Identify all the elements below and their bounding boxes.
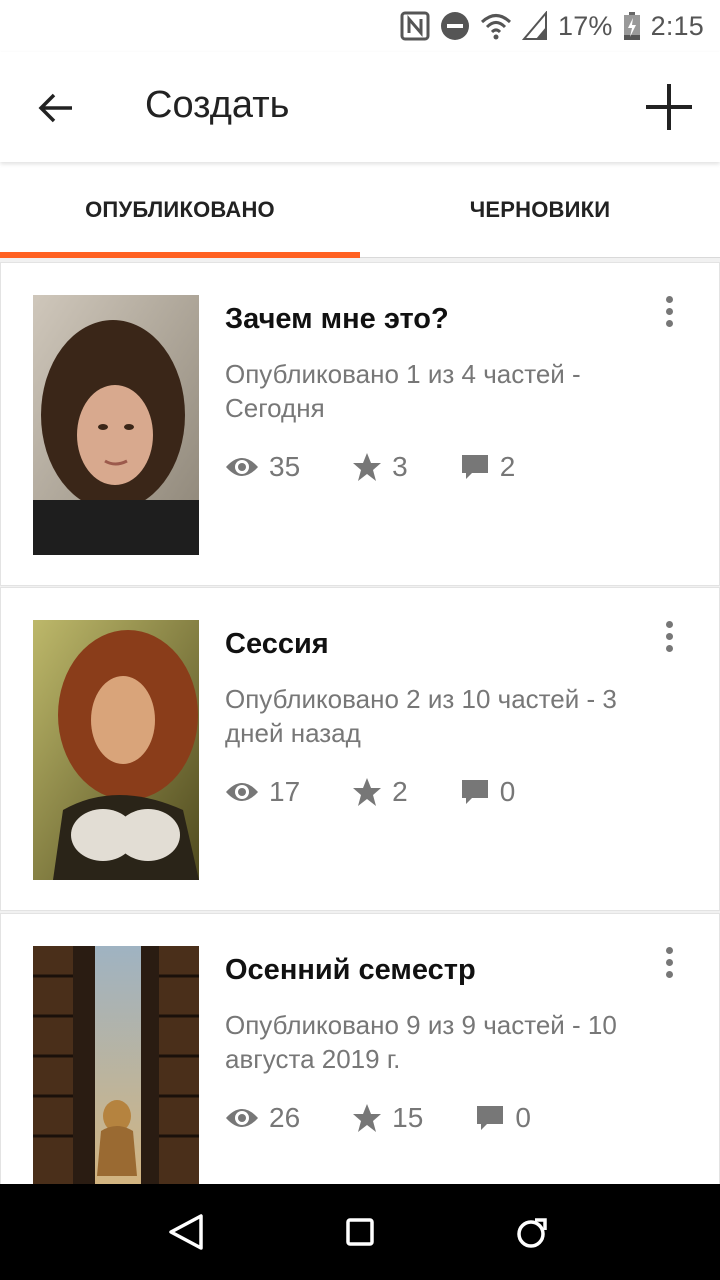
story-stats: 35 3 2 bbox=[225, 447, 567, 487]
page-title: Создать bbox=[145, 84, 290, 126]
views-stat: 26 bbox=[225, 1102, 300, 1134]
comments-stat: 2 bbox=[460, 451, 516, 483]
story-stats: 17 2 0 bbox=[225, 772, 567, 812]
app-bar: Создать bbox=[0, 52, 720, 162]
arrow-back-icon bbox=[38, 93, 72, 123]
story-title[interactable]: Осенний семестр bbox=[225, 954, 476, 987]
active-tab-indicator bbox=[0, 252, 360, 258]
votes-count: 3 bbox=[392, 451, 408, 482]
back-button[interactable] bbox=[30, 82, 82, 134]
votes-stat: 15 bbox=[352, 1102, 423, 1134]
star-icon bbox=[352, 1103, 382, 1133]
votes-count: 2 bbox=[392, 776, 408, 807]
clock: 2:15 bbox=[650, 10, 704, 41]
comment-icon bbox=[475, 1104, 505, 1132]
story-list: Зачем мне это? Опубликовано 1 из 4 часте… bbox=[0, 258, 720, 1184]
dnd-icon bbox=[440, 11, 470, 41]
more-options-button[interactable] bbox=[649, 942, 689, 982]
story-stats: 26 15 0 bbox=[225, 1098, 583, 1138]
plus-icon bbox=[646, 84, 692, 130]
comments-count: 0 bbox=[515, 1102, 531, 1133]
votes-stat: 2 bbox=[352, 776, 408, 808]
story-title[interactable]: Сессия bbox=[225, 628, 329, 661]
story-title[interactable]: Зачем мне это? bbox=[225, 303, 449, 336]
story-cover-image[interactable] bbox=[33, 295, 199, 555]
tab-label: ОПУБЛИКОВАНО bbox=[85, 197, 275, 222]
votes-count: 15 bbox=[392, 1102, 424, 1133]
wifi-icon bbox=[480, 11, 512, 41]
nav-back-icon bbox=[168, 1214, 203, 1250]
tab-bar: ОПУБЛИКОВАНО ЧЕРНОВИКИ bbox=[0, 162, 720, 258]
add-button[interactable] bbox=[640, 78, 698, 136]
story-meta: Опубликовано 2 из 10 частей - 3 дней наз… bbox=[225, 684, 617, 748]
nav-recents-icon bbox=[517, 1218, 548, 1248]
story-card[interactable]: Осенний семестр Опубликовано 9 из 9 част… bbox=[0, 913, 720, 1184]
tab-label: ЧЕРНОВИКИ bbox=[469, 197, 611, 222]
star-icon bbox=[352, 452, 382, 482]
story-meta: Опубликовано 1 из 4 частей - Сегодня bbox=[225, 359, 581, 423]
views-stat: 35 bbox=[225, 451, 300, 483]
more-options-button[interactable] bbox=[649, 616, 689, 656]
views-count: 17 bbox=[269, 776, 301, 807]
story-cover-image[interactable] bbox=[33, 946, 199, 1184]
votes-stat: 3 bbox=[352, 451, 408, 483]
battery-percent: 17% bbox=[558, 10, 613, 41]
nav-back-button[interactable] bbox=[157, 1202, 217, 1262]
eye-icon bbox=[225, 780, 259, 804]
battery-icon bbox=[623, 11, 641, 41]
star-icon bbox=[352, 777, 382, 807]
system-nav-bar bbox=[0, 1184, 720, 1280]
comments-count: 0 bbox=[499, 776, 516, 807]
views-count: 26 bbox=[269, 1102, 301, 1133]
eye-icon bbox=[225, 455, 259, 479]
more-vert-icon bbox=[665, 620, 673, 628]
status-bar: 17% 2:15 bbox=[0, 0, 720, 52]
comments-stat: 0 bbox=[460, 776, 516, 808]
story-card[interactable]: Сессия Опубликовано 2 из 10 частей - 3 д… bbox=[0, 587, 720, 911]
comments-stat: 0 bbox=[475, 1102, 531, 1134]
story-cover-image[interactable] bbox=[33, 620, 199, 880]
comments-count: 2 bbox=[499, 451, 516, 482]
views-stat: 17 bbox=[225, 776, 300, 808]
nav-recents-button[interactable] bbox=[503, 1202, 563, 1262]
story-card[interactable]: Зачем мне это? Опубликовано 1 из 4 часте… bbox=[0, 262, 720, 586]
more-vert-icon bbox=[665, 295, 673, 303]
nav-home-button[interactable] bbox=[330, 1202, 390, 1262]
tab-published[interactable]: ОПУБЛИКОВАНО bbox=[0, 162, 360, 258]
tab-drafts[interactable]: ЧЕРНОВИКИ bbox=[360, 162, 720, 258]
eye-icon bbox=[225, 1106, 259, 1130]
views-count: 35 bbox=[269, 451, 301, 482]
comment-icon bbox=[460, 453, 490, 481]
more-options-button[interactable] bbox=[649, 291, 689, 331]
comment-icon bbox=[460, 778, 490, 806]
signal-icon bbox=[522, 11, 548, 41]
nav-home-icon bbox=[346, 1218, 374, 1246]
more-vert-icon bbox=[665, 946, 673, 954]
story-meta: Опубликовано 9 из 9 частей - 10 августа … bbox=[225, 1010, 617, 1074]
nfc-icon bbox=[400, 11, 430, 41]
